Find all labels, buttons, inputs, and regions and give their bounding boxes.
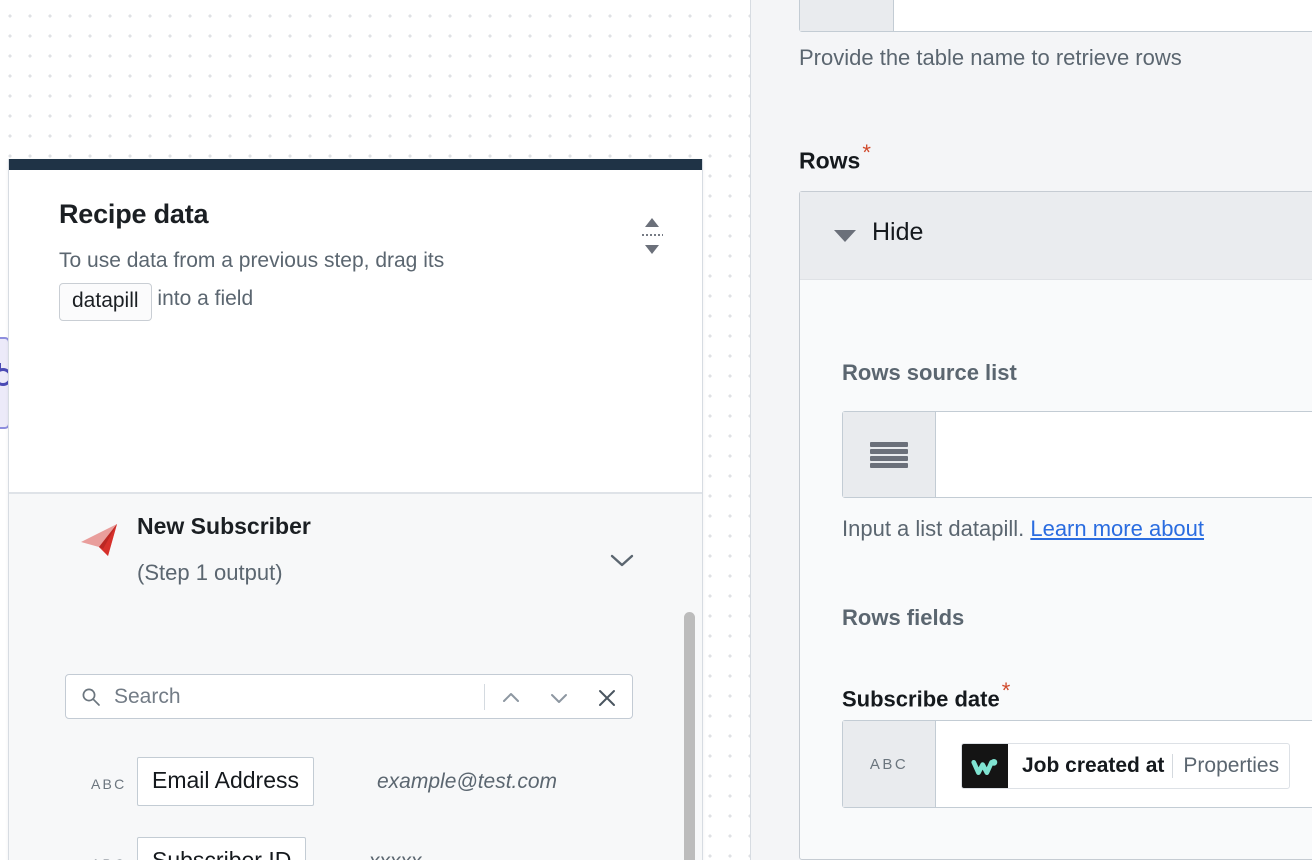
field-sample-value: example@test.com — [377, 770, 558, 793]
page-title: Recipe data — [59, 199, 209, 229]
datapill-name: Job created at — [1022, 754, 1165, 777]
table-name-hint: Provide the table name to retrieve rows — [799, 45, 1182, 70]
rows-source-list-label: Rows source list — [842, 360, 1017, 385]
chevron-down-icon[interactable] — [609, 552, 635, 568]
step-text-group: New Subscriber (Step 1 output) — [137, 508, 311, 590]
panel-divider[interactable] — [750, 0, 751, 860]
caret-down-glyph — [645, 245, 659, 254]
panel-top-accent-bar — [9, 159, 702, 170]
grip-dots-glyph — [641, 233, 663, 237]
step-config-panel: Provide the table name to retrieve rows … — [751, 0, 1312, 860]
scrollbar-thumb[interactable] — [684, 612, 695, 860]
string-type-box[interactable]: ABC — [843, 721, 936, 807]
rows-source-help-text: Input a list datapill. Learn more about — [842, 516, 1205, 541]
recipe-data-panel: Recipe data To use data from a previous … — [8, 159, 703, 860]
search-prev-icon[interactable] — [498, 685, 524, 711]
field-sample-value: xxxxx — [369, 850, 422, 860]
workato-logo-icon — [962, 744, 1008, 788]
datapill-path: Properties — [1183, 754, 1280, 777]
rows-fields-label: Rows fields — [842, 605, 965, 630]
list-icon — [870, 441, 908, 468]
mailchimp-paper-plane-icon — [77, 516, 123, 562]
step-group-header[interactable]: New Subscriber (Step 1 output) — [9, 494, 685, 604]
hide-toggle-label: Hide — [872, 218, 924, 246]
required-asterisk: * — [862, 140, 871, 165]
caret-up-glyph — [645, 218, 659, 227]
datapill-chip[interactable]: datapill — [59, 283, 152, 321]
resize-handle-icon[interactable] — [641, 218, 663, 254]
learn-more-link[interactable]: Learn more about — [1030, 516, 1204, 541]
search-input[interactable] — [112, 676, 522, 717]
list-type-box[interactable] — [843, 412, 936, 497]
step-output-label: (Step 1 output) — [137, 560, 283, 585]
search-divider — [484, 684, 485, 710]
search-icon — [81, 687, 101, 707]
subscribe-date-input[interactable]: ABC Job created at Properties — [842, 720, 1312, 808]
recipe-data-body: New Subscriber (Step 1 output) Search AB… — [9, 493, 702, 860]
rows-field-label: Rows* — [799, 140, 871, 174]
description-line-1: To use data from a previous step, drag i… — [59, 249, 445, 272]
field-type-tag: ABC — [91, 856, 126, 860]
table-name-input[interactable] — [799, 0, 1312, 32]
step-name: New Subscriber — [137, 513, 311, 539]
subscribe-date-datapill[interactable]: Job created at Properties — [961, 743, 1291, 789]
screen: Recipe data To use data from a previous … — [0, 0, 1312, 860]
datapill-subscriber-id[interactable]: Subscriber ID — [137, 837, 307, 860]
field-type-tag: ABC — [91, 776, 127, 792]
table-name-type-box[interactable] — [800, 0, 894, 31]
required-asterisk: * — [1001, 678, 1011, 703]
search-box[interactable] — [65, 674, 633, 719]
search-next-icon[interactable] — [546, 685, 572, 711]
close-icon[interactable] — [594, 685, 620, 711]
rows-hide-toggle[interactable]: Hide — [800, 192, 1312, 280]
caret-down-icon — [834, 230, 856, 242]
field-type-tag: ABC — [869, 755, 909, 773]
rows-collapsible-block: Hide Rows source list Input a list datap… — [799, 191, 1312, 860]
rows-source-list-input[interactable] — [842, 411, 1312, 498]
description-line-2: into a field — [157, 287, 254, 310]
recipe-data-header: Recipe data To use data from a previous … — [9, 170, 702, 493]
recipe-data-description: To use data from a previous step, drag i… — [59, 242, 659, 321]
datapill-email-address[interactable]: Email Address — [137, 757, 315, 806]
subscribe-date-label: Subscribe date* — [842, 678, 1011, 712]
